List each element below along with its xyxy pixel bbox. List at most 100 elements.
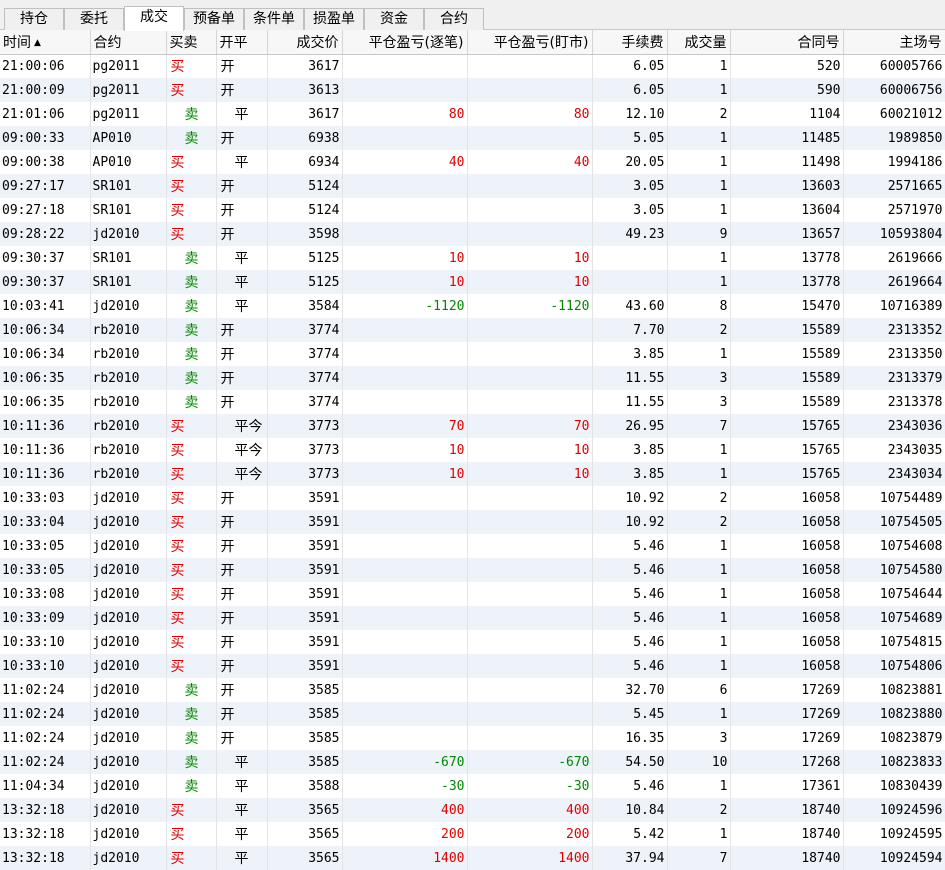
table-row[interactable]: 21:01:06 pg2011 卖平 3617 80 80 12.10 2 1104 600210… [0,102,945,126]
cell-order-id: 15765 [730,414,844,438]
table-row[interactable]: 11:02:24 jd2010 卖开 3585 5.45 1 17269 10823880 [0,702,945,726]
cell-order-id: 13603 [730,174,844,198]
cell-open-close: 开 [216,702,268,726]
table-row[interactable]: 10:11:36 rb2010 买平今 3773 70 70 26.95 7 15765 2343… [0,414,945,438]
table-row[interactable]: 10:33:05 jd2010 买开 3591 5.46 1 16058 10754580 [0,558,945,582]
table-row[interactable]: 11:02:24 jd2010 卖开 3585 16.35 3 17269 10823879 [0,726,945,750]
table-row[interactable]: 21:00:06 pg2011 买开 3617 6.05 1 520 60005766 [0,54,945,78]
cell-open-close: 开 [216,390,268,414]
table-row[interactable]: 10:11:36 rb2010 买平今 3773 10 10 3.85 1 15765 23430… [0,438,945,462]
table-row[interactable]: 10:11:36 rb2010 买平今 3773 10 10 3.85 1 15765 23430… [0,462,945,486]
cell-pnl-per-trade [342,174,468,198]
cell-order-id: 17269 [730,702,844,726]
cell-time: 11:04:34 [0,774,91,798]
cell-side: 卖 [166,366,217,390]
cell-pnl-per-trade [342,78,468,102]
tab-positions[interactable]: 持仓 [4,8,64,30]
table-row[interactable]: 09:30:37 SR101 卖平 5125 10 10 1 13778 2619664 [0,270,945,294]
tab-stop-orders[interactable]: 损盈单 [304,8,364,30]
column-header-open-close[interactable]: 开平 [216,30,268,55]
column-header-exchange-id[interactable]: 主场号 [843,30,945,55]
cell-pnl-mark-to-market [467,630,593,654]
table-header: 时间 ▲ 合约 买卖 开平 成交价 平仓盈亏(逐笔) 平仓盈亏(盯市) 手续费 成… [0,30,945,55]
cell-order-id: 17269 [730,678,844,702]
cell-pnl-mark-to-market [467,558,593,582]
cell-pnl-per-trade [342,54,468,78]
tab-conditional-orders[interactable]: 条件单 [244,8,304,30]
table-row[interactable]: 10:33:09 jd2010 买开 3591 5.46 1 16058 10754689 [0,606,945,630]
table-row[interactable]: 09:30:37 SR101 卖平 5125 10 10 1 13778 2619666 [0,246,945,270]
column-header-fee[interactable]: 手续费 [592,30,668,55]
table-row[interactable]: 11:04:34 jd2010 卖平 3588 -30 -30 5.46 1 17361 1083… [0,774,945,798]
table-row[interactable]: 09:00:33 AP010 卖开 6938 5.05 1 11485 1989850 [0,126,945,150]
tab-orders[interactable]: 委托 [64,8,124,30]
column-header-contract[interactable]: 合约 [90,30,167,55]
column-header-order-id[interactable]: 合同号 [730,30,844,55]
cell-open-close: 开 [216,342,268,366]
column-header-time[interactable]: 时间 ▲ [0,30,91,55]
cell-pnl-per-trade: 40 [342,150,468,174]
table-row[interactable]: 09:27:18 SR101 买开 5124 3.05 1 13604 2571970 [0,198,945,222]
cell-contract: jd2010 [90,558,167,582]
cell-exchange-id: 1994186 [843,150,945,174]
table-row[interactable]: 21:00:09 pg2011 买开 3613 6.05 1 590 60006756 [0,78,945,102]
cell-pnl-mark-to-market [467,342,593,366]
cell-exchange-id: 10823881 [843,678,945,702]
tab-trades[interactable]: 成交 [124,6,184,31]
tab-funds[interactable]: 资金 [364,8,424,30]
column-header-pnl-per-trade[interactable]: 平仓盈亏(逐笔) [342,30,468,55]
cell-pnl-mark-to-market: -1120 [467,294,593,318]
table-row[interactable]: 10:33:10 jd2010 买开 3591 5.46 1 16058 10754806 [0,654,945,678]
cell-open-close: 开 [216,606,268,630]
cell-fee: 20.05 [592,150,668,174]
cell-order-id: 15765 [730,462,844,486]
table-row[interactable]: 10:33:03 jd2010 买开 3591 10.92 2 16058 10754489 [0,486,945,510]
table-row[interactable]: 13:32:18 jd2010 买平 3565 1400 1400 37.94 7 18740 1… [0,846,945,870]
table-row[interactable]: 09:00:38 AP010 买平 6934 40 40 20.05 1 11498 199418… [0,150,945,174]
cell-volume: 3 [667,726,731,750]
cell-open-close: 开 [216,486,268,510]
column-header-pnl-mark-to-market[interactable]: 平仓盈亏(盯市) [467,30,593,55]
column-header-side[interactable]: 买卖 [166,30,217,55]
cell-time: 09:00:38 [0,150,91,174]
cell-fee: 10.84 [592,798,668,822]
table-row[interactable]: 11:02:24 jd2010 卖开 3585 32.70 6 17269 10823881 [0,678,945,702]
table-row[interactable]: 10:33:05 jd2010 买开 3591 5.46 1 16058 10754608 [0,534,945,558]
cell-pnl-per-trade [342,126,468,150]
cell-exchange-id: 60005766 [843,54,945,78]
cell-fee: 10.92 [592,510,668,534]
table-row[interactable]: 10:33:08 jd2010 买开 3591 5.46 1 16058 10754644 [0,582,945,606]
table-row[interactable]: 10:33:10 jd2010 买开 3591 5.46 1 16058 10754815 [0,630,945,654]
table-row[interactable]: 11:02:24 jd2010 卖平 3585 -670 -670 54.50 10 17268… [0,750,945,774]
tab-prepared-orders[interactable]: 预备单 [184,8,244,30]
cell-time: 21:01:06 [0,102,91,126]
table-row[interactable]: 10:03:41 jd2010 卖平 3584 -1120 -1120 43.60 8 1547… [0,294,945,318]
table-row[interactable]: 13:32:18 jd2010 买平 3565 400 400 10.84 2 18740 109… [0,798,945,822]
cell-pnl-mark-to-market: 70 [467,414,593,438]
cell-pnl-per-trade [342,558,468,582]
column-header-price[interactable]: 成交价 [267,30,343,55]
cell-order-id: 17269 [730,726,844,750]
table-row[interactable]: 09:27:17 SR101 买开 5124 3.05 1 13603 2571665 [0,174,945,198]
cell-contract: rb2010 [90,462,167,486]
table-row[interactable]: 10:06:34 rb2010 卖开 3774 7.70 2 15589 2313352 [0,318,945,342]
cell-contract: jd2010 [90,750,167,774]
table-row[interactable]: 09:28:22 jd2010 买开 3598 49.23 9 13657 10593804 [0,222,945,246]
table-row[interactable]: 13:32:18 jd2010 买平 3565 200 200 5.42 1 18740 1092… [0,822,945,846]
table-row[interactable]: 10:33:04 jd2010 买开 3591 10.92 2 16058 10754505 [0,510,945,534]
cell-time: 10:33:03 [0,486,91,510]
cell-time: 11:02:24 [0,702,91,726]
cell-pnl-mark-to-market: 200 [467,822,593,846]
table-row[interactable]: 10:06:35 rb2010 卖开 3774 11.55 3 15589 2313379 [0,366,945,390]
cell-open-close: 平 [216,846,268,870]
tab-contracts[interactable]: 合约 [424,8,484,30]
cell-open-close: 开 [216,678,268,702]
column-header-volume[interactable]: 成交量 [667,30,731,55]
cell-order-id: 16058 [730,606,844,630]
table-row[interactable]: 10:06:35 rb2010 卖开 3774 11.55 3 15589 2313378 [0,390,945,414]
cell-contract: jd2010 [90,798,167,822]
cell-pnl-per-trade [342,726,468,750]
cell-exchange-id: 10924596 [843,798,945,822]
table-row[interactable]: 10:06:34 rb2010 卖开 3774 3.85 1 15589 2313350 [0,342,945,366]
cell-open-close: 平 [216,822,268,846]
